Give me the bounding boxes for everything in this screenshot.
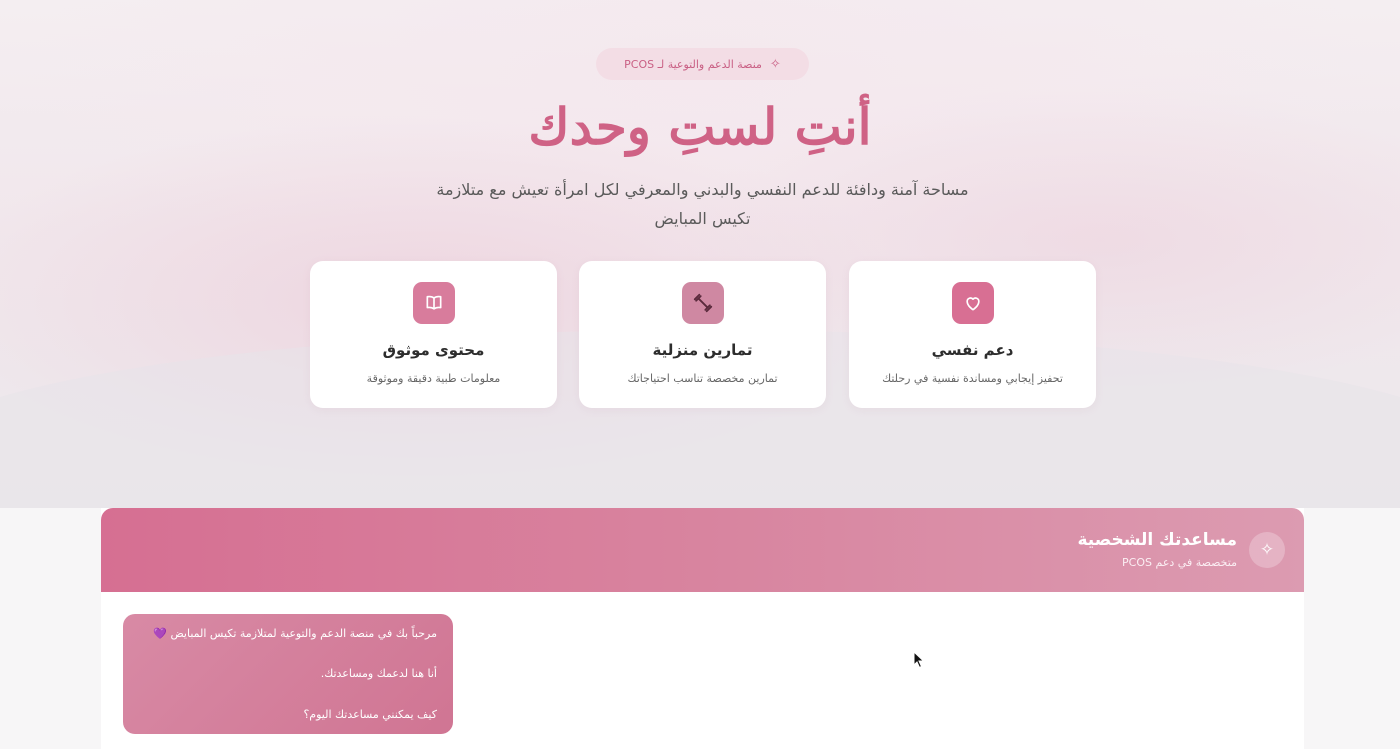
feature-card-home-exercises[interactable]: تمارين منزلية تمارين مخصصة تناسب احتياجا… (579, 261, 826, 408)
feature-title: تمارين منزلية (652, 341, 753, 359)
heart-icon (952, 282, 994, 324)
assistant-chat-panel: ✧ مساعدتك الشخصية متخصصة في دعم PCOS مرح… (101, 508, 1304, 749)
chat-title: مساعدتك الشخصية (1077, 530, 1237, 550)
platform-badge-text: منصة الدعم والتوعية لـ PCOS (624, 57, 762, 71)
assistant-message-bubble: مرحباً بك في منصة الدعم والتوعية لمتلازم… (123, 614, 453, 734)
feature-description: تحفيز إيجابي ومساندة نفسية في رحلتك (882, 372, 1063, 385)
feature-title: محتوى موثوق (382, 341, 485, 359)
feature-title: دعم نفسي (931, 341, 1014, 359)
message-line: أنا هنا لدعمك ومساعدتك. (320, 667, 437, 680)
chat-subtitle: متخصصة في دعم PCOS (1122, 556, 1237, 569)
feature-description: معلومات طبية دقيقة وموثوقة (366, 372, 501, 385)
sparkles-icon: ✧ (769, 56, 781, 72)
hero-title: أنتِ لستِ وحدك (528, 97, 872, 156)
book-icon (413, 282, 455, 324)
platform-badge: ✧ منصة الدعم والتوعية لـ PCOS (596, 48, 809, 80)
sparkles-icon: ✧ (1249, 532, 1285, 568)
mouse-cursor-icon (913, 651, 925, 669)
message-line: مرحباً بك في منصة الدعم والتوعية لمتلازم… (153, 627, 437, 640)
feature-description: تمارين مخصصة تناسب احتياجاتك (627, 372, 778, 385)
hero-subtitle: مساحة آمنة ودافئة للدعم النفسي والبدني و… (436, 180, 969, 228)
hero-section: ✧ منصة الدعم والتوعية لـ PCOS أنتِ لستِ … (0, 0, 1400, 508)
feature-card-emotional-support[interactable]: دعم نفسي تحفيز إيجابي ومساندة نفسية في ر… (849, 261, 1096, 408)
feature-card-trusted-content[interactable]: محتوى موثوق معلومات طبية دقيقة وموثوقة (310, 261, 557, 408)
chat-header: ✧ مساعدتك الشخصية متخصصة في دعم PCOS (101, 508, 1304, 592)
message-line: كيف يمكنني مساعدتك اليوم؟ (303, 708, 437, 721)
dumbbell-icon (682, 282, 724, 324)
